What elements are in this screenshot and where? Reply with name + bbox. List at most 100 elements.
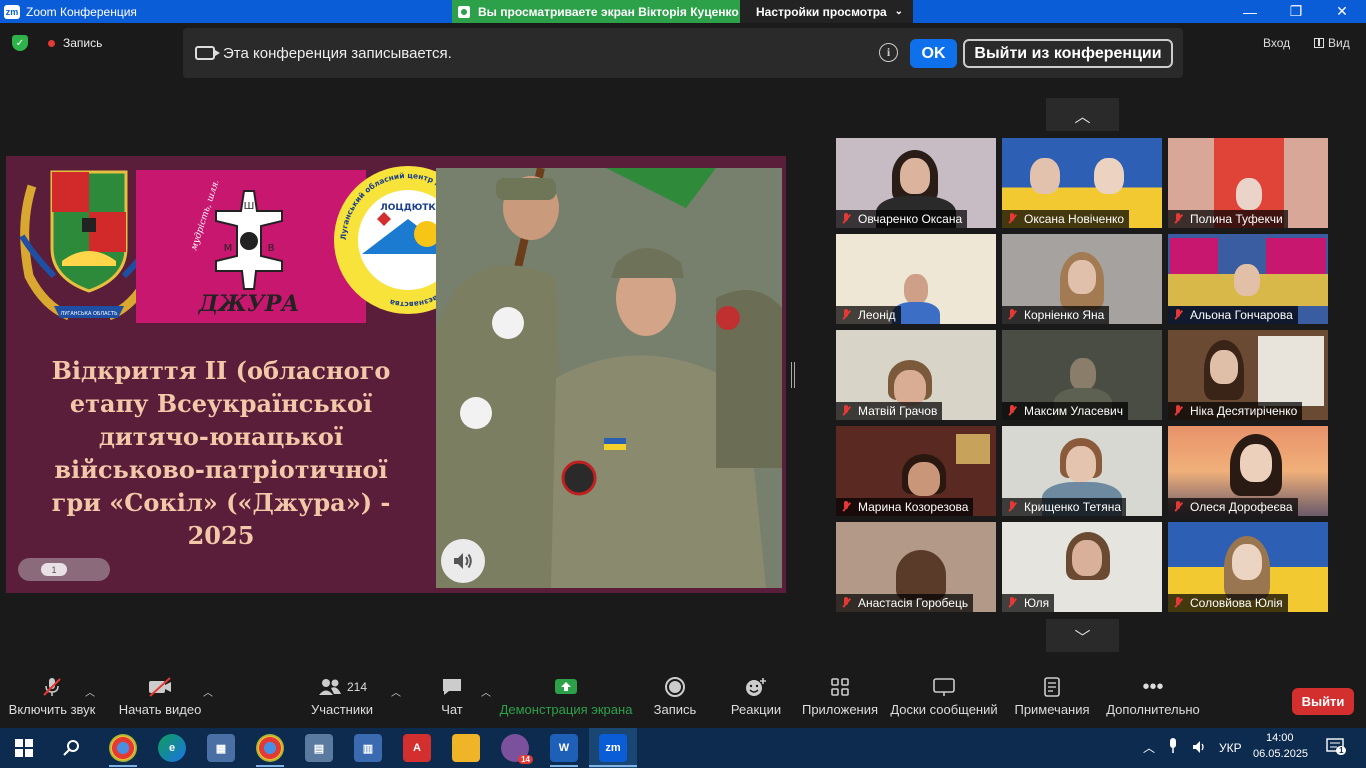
participant-tile[interactable]: Соловйова Юлія (1168, 522, 1328, 612)
participant-tile[interactable]: Максим Уласевич (1002, 330, 1162, 420)
chrome-running-indicator (109, 765, 137, 767)
maximize-button[interactable]: ❐ (1273, 0, 1319, 23)
slide-title-line: Відкриття ІІ (обласного (51, 356, 391, 385)
close-window-button[interactable]: ✕ (1319, 0, 1365, 23)
notification-center-icon[interactable]: 1 (1326, 738, 1347, 757)
folder-icon[interactable] (452, 734, 480, 762)
share-screen-button[interactable]: Демонстрация экрана (500, 672, 632, 728)
record-button[interactable]: Запись (654, 672, 696, 728)
share-screen-label: Демонстрация экрана (499, 702, 633, 717)
reactions-button[interactable]: Реакции (731, 672, 781, 728)
slide-navigator[interactable]: 1 (18, 558, 110, 581)
chevron-down-icon: ⌄ (894, 6, 903, 17)
enter-button[interactable]: Вход (1263, 36, 1290, 50)
chrome-profile-running-indicator (256, 765, 284, 767)
participant-tile[interactable]: Оксана Новіченко (1002, 138, 1162, 228)
participant-tile[interactable]: Марина Козорезова (836, 426, 996, 516)
participant-tile[interactable]: Леонід (836, 234, 996, 324)
unmute-button[interactable]: Включить звук (9, 672, 95, 728)
video-options-caret-icon[interactable]: ︿ (203, 684, 213, 699)
recording-banner: Эта конференция записывается. i OK Выйти… (183, 28, 1183, 78)
participant-name-text: Максим Уласевич (1024, 404, 1123, 418)
info-icon[interactable]: i (879, 43, 898, 62)
avatar (1210, 350, 1238, 384)
volume-tray-icon[interactable] (1192, 739, 1208, 758)
notes-button[interactable]: Примечания (1014, 672, 1090, 728)
participant-tile[interactable]: Крищенко Тетяна (1002, 426, 1162, 516)
tray-overflow-chevron-icon[interactable]: ︿ (1143, 739, 1155, 756)
apps-button[interactable]: Приложения (802, 672, 878, 728)
whiteboards-button[interactable]: Доски сообщений (890, 672, 998, 728)
app-title: Zoom Конференция (26, 4, 137, 19)
shared-screen[interactable]: ЛУГАНСЬКА ОБЛАСТЬ Ш М В ДЖУРА мудрість, … (6, 156, 786, 593)
recording-indicator[interactable]: Запись (48, 36, 102, 50)
microphone-muted-icon (840, 597, 852, 609)
participant-tile[interactable]: Юля (1002, 522, 1162, 612)
dzhura-logo-icon: Ш М В ДЖУРА мудрість, шляхетність, відва… (189, 181, 299, 316)
minimize-button[interactable]: — (1227, 0, 1273, 23)
leave-meeting-button[interactable]: Выйти (1292, 688, 1354, 715)
word-icon[interactable]: W (550, 734, 578, 762)
panel-resize-handle[interactable] (791, 362, 795, 388)
chat-button[interactable]: Чат (438, 672, 466, 728)
leave-conference-button[interactable]: Выйти из конференции (963, 39, 1173, 68)
logo-letter-top: Ш (244, 201, 255, 212)
speaker-volume-button[interactable] (441, 539, 485, 583)
participant-name: Оксана Новіченко (1002, 210, 1130, 228)
participant-tile[interactable]: Матвій Грачов (836, 330, 996, 420)
microphone-tray-icon[interactable] (1168, 738, 1178, 757)
participants-button[interactable]: 214 Участники (311, 672, 373, 728)
zoom-taskbar-icon[interactable]: zm (599, 734, 627, 762)
participant-tile[interactable]: Анастасія Горобець (836, 522, 996, 612)
viber-icon[interactable]: 14 (501, 734, 533, 764)
acrobat-icon[interactable]: A (403, 734, 431, 762)
chrome-profile-icon[interactable] (256, 734, 284, 762)
participant-name-text: Анастасія Горобець (858, 596, 969, 610)
chrome-icon[interactable] (109, 734, 137, 762)
banner-background (1266, 238, 1326, 274)
avatar (1030, 158, 1060, 194)
view-settings-button[interactable]: Настройки просмотра ⌄ (740, 0, 913, 23)
start-video-button[interactable]: Начать видео (119, 672, 201, 728)
gallery-scroll-down-button[interactable]: ﹀ (1046, 619, 1119, 652)
recording-banner-text: Эта конференция записывается. (223, 44, 452, 62)
picture-frame-background (956, 434, 990, 464)
participant-name-text: Леонід (858, 308, 896, 322)
calculator-icon[interactable]: ▦ (207, 734, 235, 762)
participant-tile[interactable]: Овчаренко Оксана (836, 138, 996, 228)
clock-time[interactable]: 14:00 (1266, 732, 1294, 744)
share-screen-icon (554, 672, 578, 702)
file-manager-icon[interactable]: ▤ (305, 734, 333, 762)
search-icon[interactable] (58, 734, 86, 762)
more-button[interactable]: ••• Дополнительно (1106, 672, 1200, 728)
participants-options-caret-icon[interactable]: ︿ (391, 684, 401, 699)
clock-date[interactable]: 06.05.2025 (1253, 748, 1308, 760)
title-bar: zm Zoom Конференция Вы просматриваете эк… (0, 0, 1366, 23)
screen-share-notice[interactable]: Вы просматриваете экран Вікторія Куценко (452, 0, 740, 23)
view-settings-label: Настройки просмотра (756, 4, 887, 19)
chat-options-caret-icon[interactable]: ︿ (481, 684, 491, 699)
participant-tile[interactable]: Корніенко Яна (1002, 234, 1162, 324)
more-label: Дополнительно (1106, 702, 1200, 717)
network-settings-icon[interactable]: ▥ (354, 734, 382, 762)
participant-tile[interactable]: Олеся Дорофеєва (1168, 426, 1328, 516)
audio-options-caret-icon[interactable]: ︿ (85, 684, 95, 699)
windows-start-icon[interactable] (10, 734, 38, 762)
view-label: Вид (1328, 36, 1350, 50)
edge-icon[interactable]: e (158, 734, 186, 762)
microphone-muted-icon (1006, 501, 1018, 513)
language-indicator[interactable]: УКР (1219, 741, 1242, 755)
participant-tile[interactable]: Альона Гончарова (1168, 234, 1328, 324)
microphone-muted-icon (1006, 597, 1018, 609)
participant-tile[interactable]: Полина Туфекчи (1168, 138, 1328, 228)
ok-button[interactable]: OK (910, 39, 957, 68)
security-shield-icon[interactable]: ✓ (12, 35, 28, 51)
participant-tile[interactable]: Ніка Десятиріченко (1168, 330, 1328, 420)
view-button[interactable]: Вид (1314, 36, 1350, 50)
avatar (1068, 260, 1096, 294)
gallery-scroll-up-button[interactable]: ︿ (1046, 98, 1119, 131)
participant-name-text: Юля (1024, 596, 1050, 610)
participant-name: Марина Козорезова (836, 498, 974, 516)
word-running-indicator (550, 765, 578, 767)
speaker-icon (454, 553, 472, 569)
